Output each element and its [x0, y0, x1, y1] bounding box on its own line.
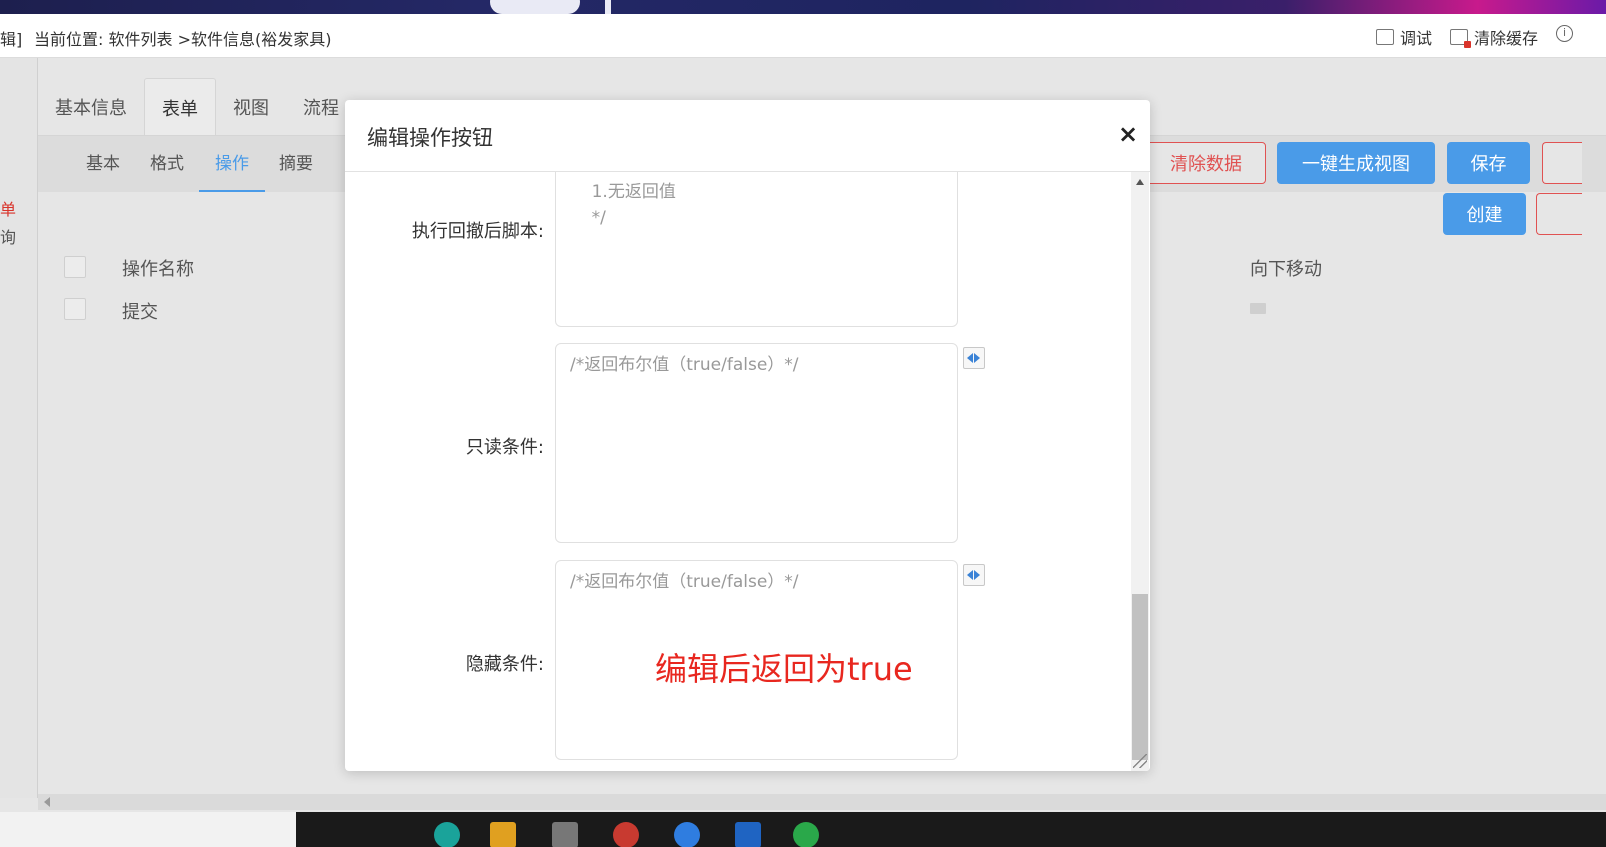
after-revoke-script-editor[interactable]: 1.无返回值 */ — [555, 172, 958, 327]
dialog-vertical-scrollbar[interactable] — [1131, 172, 1149, 771]
tab-basic-info[interactable]: 基本信息 — [38, 78, 144, 136]
more-action-button[interactable] — [1542, 142, 1582, 184]
create-button[interactable]: 创建 — [1443, 193, 1526, 235]
sidebar-link-fragment[interactable]: 单 — [0, 196, 16, 220]
taskbar-app-icon-6[interactable] — [735, 822, 761, 847]
after-revoke-script-label: 执行回撤后脚本: — [411, 221, 544, 242]
top-banner — [0, 0, 1606, 14]
annotation-text: 编辑后返回为true — [655, 650, 913, 688]
move-down-icon[interactable] — [1250, 303, 1266, 314]
scroll-left-arrow-icon[interactable] — [44, 797, 50, 807]
taskbar-folder-icon[interactable] — [490, 822, 516, 847]
hidden-condition-label: 隐藏条件: — [465, 654, 544, 675]
main-tabs: 基本信息 表单 视图 流程 — [38, 78, 356, 136]
hidden-code-editor-icon[interactable] — [963, 564, 985, 586]
readonly-condition-label: 只读条件: — [465, 437, 544, 458]
taskbar-app-icon-1[interactable] — [434, 822, 460, 847]
page-header: 辑] 当前位置: 软件列表 >软件信息(裕发家具) 调试 清除缓存 i — [0, 14, 1606, 58]
clear-cache-icon — [1450, 29, 1471, 48]
table-row-name[interactable]: 提交 — [122, 298, 158, 324]
subtab-basic[interactable]: 基本 — [86, 136, 120, 192]
banner-logo-shape — [490, 0, 580, 14]
debug-button[interactable]: 调试 — [1376, 25, 1432, 49]
column-header-move-down: 向下移动 — [1250, 259, 1322, 280]
edit-link-fragment[interactable]: 辑] — [0, 26, 22, 50]
clear-cache-button[interactable]: 清除缓存 — [1450, 25, 1538, 49]
horizontal-scrollbar[interactable] — [38, 794, 1606, 810]
delete-button-partial[interactable] — [1536, 193, 1582, 235]
generate-view-button[interactable]: 一键生成视图 — [1277, 142, 1435, 184]
taskbar-app-icon-5[interactable] — [674, 822, 700, 847]
save-button[interactable]: 保存 — [1447, 142, 1530, 184]
debug-label: 调试 — [1400, 29, 1433, 48]
taskbar-search[interactable] — [0, 812, 296, 847]
subtab-operation[interactable]: 操作 — [199, 136, 265, 192]
scroll-up-arrow-icon[interactable] — [1136, 179, 1144, 185]
info-button[interactable]: i — [1556, 25, 1573, 42]
clear-cache-label: 清除缓存 — [1474, 29, 1539, 48]
tab-form[interactable]: 表单 — [144, 78, 216, 136]
readonly-condition-editor[interactable]: /*返回布尔值（true/false）*/ — [555, 343, 958, 543]
scrollbar-thumb[interactable] — [1132, 594, 1148, 760]
column-header-operation-name: 操作名称 — [122, 259, 194, 280]
dialog-header: 编辑操作按钮 × — [345, 100, 1150, 172]
subtab-format[interactable]: 格式 — [150, 136, 184, 192]
row-checkbox[interactable] — [64, 298, 86, 320]
left-sidebar — [0, 58, 38, 798]
select-all-checkbox[interactable] — [64, 256, 86, 278]
edit-operation-button-dialog: 编辑操作按钮 × 执行回撤后脚本: 1.无返回值 */ 只读条件: /*返回布尔… — [345, 100, 1150, 771]
taskbar-app-icon-4[interactable] — [613, 822, 639, 847]
debug-icon — [1376, 29, 1394, 45]
readonly-code-editor-icon[interactable] — [963, 347, 985, 369]
taskbar-app-icon-7[interactable] — [793, 822, 819, 847]
taskbar-app-icon-3[interactable] — [552, 822, 578, 847]
clear-data-button[interactable]: 清除数据 — [1146, 142, 1266, 184]
dialog-title: 编辑操作按钮 — [367, 126, 493, 150]
subtab-summary[interactable]: 摘要 — [279, 136, 313, 192]
info-icon: i — [1556, 25, 1573, 42]
os-taskbar — [0, 812, 1606, 847]
resize-handle-icon[interactable] — [1133, 754, 1147, 768]
tab-view[interactable]: 视图 — [216, 78, 286, 136]
breadcrumb: 当前位置: 软件列表 >软件信息(裕发家具) — [34, 30, 332, 49]
close-icon[interactable]: × — [1116, 122, 1140, 146]
dialog-body: 执行回撤后脚本: 1.无返回值 */ 只读条件: /*返回布尔值（true/fa… — [345, 172, 1150, 771]
banner-logo-shape-2 — [605, 0, 611, 14]
sidebar-text-fragment: 询 — [0, 228, 17, 247]
